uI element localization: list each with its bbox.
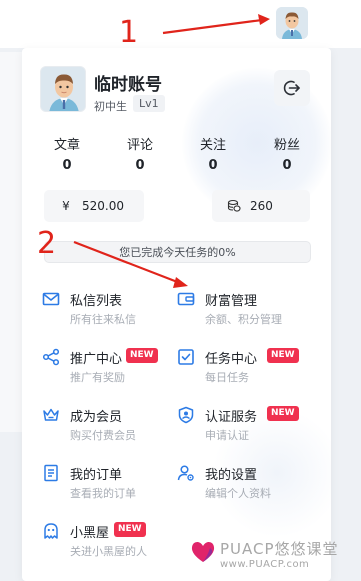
coins-icon: [226, 198, 242, 214]
user-dropdown-panel: 临时账号 初中生 Lv1 文章 0 评论 0 关注 0 粉丝 0 ¥ 520.0…: [22, 48, 331, 581]
menu-item-subtitle: 每日任务: [205, 371, 249, 384]
profile-avatar[interactable]: [40, 66, 86, 112]
annotation-number-1: 1: [119, 15, 139, 50]
share-icon: [42, 348, 60, 366]
checkbox-icon: [178, 349, 194, 365]
menu-item-title: 任务中心: [205, 352, 258, 367]
menu-item-title: 我的订单: [70, 468, 123, 483]
menu-item-title: 推广中心: [70, 352, 123, 367]
menu-item-title: 财富管理: [205, 294, 258, 309]
points-chip[interactable]: 260: [212, 190, 310, 222]
watermark: PUACP悠悠课堂 www.PUACP.com: [190, 538, 360, 578]
menu-item-subtitle: 推广有奖励: [70, 371, 125, 384]
user-avatar-icon: [276, 7, 308, 39]
menu-item-promotion[interactable]: 推广中心 NEW 推广有奖励: [42, 346, 182, 386]
stat-followers[interactable]: 粉丝 0: [257, 134, 317, 173]
menu-item-membership[interactable]: 成为会员 购买付费会员: [42, 404, 182, 444]
menu-item-tasks[interactable]: 任务中心 NEW 每日任务: [177, 346, 317, 386]
menu-item-orders[interactable]: 我的订单 查看我的订单: [42, 462, 182, 502]
menu-item-title: 认证服务: [205, 410, 258, 425]
stat-label: 粉丝: [273, 138, 300, 153]
yuan-icon: ¥: [62, 199, 70, 213]
mail-icon: [42, 292, 60, 306]
shield-user-icon: [178, 406, 194, 424]
menu-item-title: 成为会员: [70, 410, 123, 425]
menu-item-wealth[interactable]: 财富管理 余额、积分管理: [177, 288, 317, 328]
stat-articles[interactable]: 文章 0: [37, 134, 97, 173]
menu-item-title: 我的设置: [205, 468, 258, 483]
menu-item-subtitle: 余额、积分管理: [205, 313, 282, 326]
watermark-url: www.PUACP.com: [220, 559, 310, 570]
crown-icon: [43, 408, 59, 421]
balance-chip[interactable]: ¥ 520.00: [44, 190, 144, 222]
user-settings-icon: [177, 465, 194, 481]
menu-item-title: 私信列表: [70, 294, 123, 309]
wallet-icon: [177, 292, 195, 306]
ghost-icon: [44, 523, 58, 539]
stat-label: 文章: [53, 138, 80, 153]
top-user-avatar[interactable]: [276, 7, 308, 39]
stat-label: 关注: [199, 138, 226, 153]
order-icon: [44, 464, 58, 482]
menu-item-settings[interactable]: 我的设置 编辑个人资料: [177, 462, 317, 502]
stat-label: 评论: [126, 138, 153, 153]
background-card: [0, 52, 24, 432]
new-badge: NEW: [114, 522, 146, 537]
balance-value: 520.00: [82, 199, 124, 213]
stat-value: 0: [135, 158, 145, 173]
logout-button[interactable]: [274, 70, 310, 106]
profile-level-badge: Lv1: [133, 95, 165, 112]
heart-logo-icon: [191, 541, 215, 562]
stat-value: 0: [208, 158, 218, 173]
menu-item-subtitle: 所有往来私信: [70, 313, 136, 326]
profile-username: 临时账号: [94, 75, 162, 95]
points-value: 260: [250, 199, 273, 213]
annotation-number-2: 2: [37, 226, 57, 261]
menu-item-title: 小黑屋: [70, 526, 110, 541]
menu-item-subtitle: 编辑个人资料: [205, 487, 271, 500]
menu-item-verification[interactable]: 认证服务 NEW 申请认证: [177, 404, 317, 444]
user-avatar-icon: [41, 67, 85, 111]
logout-icon: [283, 80, 300, 96]
new-badge: NEW: [126, 348, 158, 363]
stat-value: 0: [282, 158, 292, 173]
menu-item-blacklist[interactable]: 小黑屋 NEW 关进小黑屋的人: [42, 520, 182, 560]
new-badge: NEW: [267, 406, 299, 421]
task-progress-text: 您已完成今天任务的0%: [119, 246, 236, 259]
stat-following[interactable]: 关注 0: [183, 134, 243, 173]
profile-role: 初中生: [94, 100, 127, 113]
menu-item-subtitle: 申请认证: [205, 429, 249, 442]
menu-item-subtitle: 查看我的订单: [70, 487, 136, 500]
menu-item-messages[interactable]: 私信列表 所有往来私信: [42, 288, 182, 328]
task-progress-bar: 您已完成今天任务的0%: [44, 241, 311, 263]
watermark-text: PUACP悠悠课堂: [220, 540, 339, 558]
new-badge: NEW: [267, 348, 299, 363]
stat-comments[interactable]: 评论 0: [110, 134, 170, 173]
profile-stats: 文章 0 评论 0 关注 0 粉丝 0: [22, 134, 331, 174]
menu-item-subtitle: 关进小黑屋的人: [70, 545, 147, 558]
menu-item-subtitle: 购买付费会员: [70, 429, 136, 442]
stat-value: 0: [62, 158, 72, 173]
